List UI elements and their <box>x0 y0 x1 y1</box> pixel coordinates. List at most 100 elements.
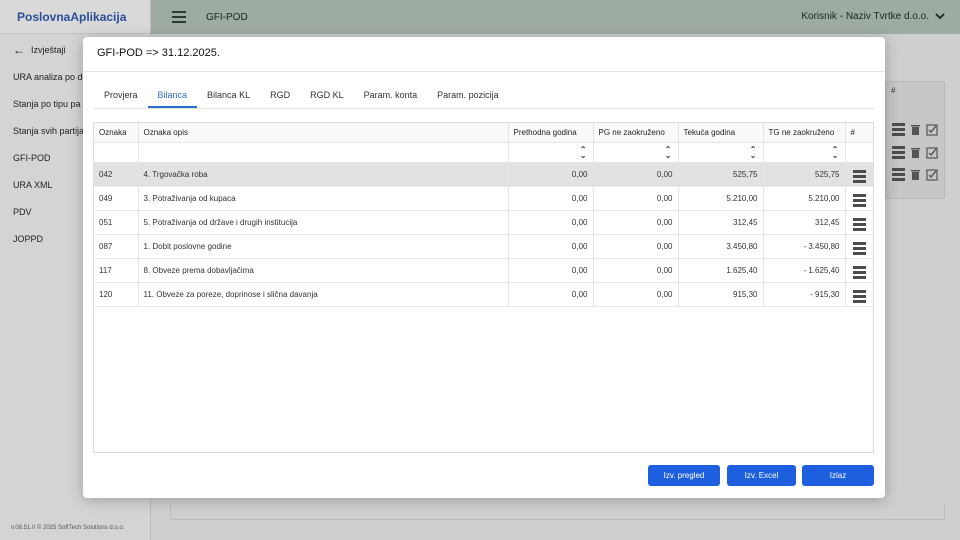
chevron-down-icon <box>935 13 945 20</box>
cell-oznaka: 051 <box>94 210 139 235</box>
cell-tg: 525,75 <box>763 162 846 187</box>
list-icon[interactable] <box>852 289 866 303</box>
cell-opis: 3. Potraživanja od kupaca <box>138 186 509 211</box>
trash-icon[interactable] <box>910 147 921 159</box>
background-row-actions <box>892 146 938 159</box>
tab-param-pozicija[interactable]: Param. pozicija <box>427 85 509 108</box>
column-header-oznaka[interactable]: Oznaka <box>94 123 139 143</box>
list-icon[interactable] <box>852 217 866 231</box>
export-excel-button[interactable]: Izv. Excel <box>727 465 796 486</box>
sort-icon[interactable]: ⌃ ⌄ <box>580 146 587 160</box>
cell-tekuca: 5.210,00 <box>678 186 764 211</box>
checkbox-icon[interactable] <box>926 123 938 136</box>
gfi-pod-modal: GFI-POD => 31.12.2025. Provjera Bilanca … <box>83 37 885 498</box>
cell-pg: 0,00 <box>593 234 679 259</box>
filter-cell: ⌃ ⌄ <box>593 142 679 163</box>
column-header-tg-ne-zaokruzeno[interactable]: TG ne zaokruženo <box>763 123 846 143</box>
arrow-left-icon: ← <box>13 42 25 57</box>
cell-tekuca: 915,30 <box>678 282 764 307</box>
column-header-oznaka-opis[interactable]: Oznaka opis <box>138 123 509 143</box>
table-row[interactable]: 049 3. Potraživanja od kupaca 0,00 0,00 … <box>94 186 873 211</box>
cell-prethodna: 0,00 <box>508 186 594 211</box>
column-header-tekuca-godina[interactable]: Tekuća godina <box>678 123 764 143</box>
row-action <box>845 210 873 235</box>
cell-prethodna: 0,00 <box>508 210 594 235</box>
cell-opis: 5. Potraživanja od države i drugih insti… <box>138 210 509 235</box>
list-icon[interactable] <box>892 123 905 136</box>
background-row-actions <box>892 123 938 136</box>
tab-provjera[interactable]: Provjera <box>94 85 148 108</box>
list-icon[interactable] <box>852 193 866 207</box>
topbar: GFI-POD Korisnik - Naziv Tvrtke d.o.o. <box>151 0 960 34</box>
cell-oznaka: 087 <box>94 234 139 259</box>
filter-cell: ⌃ ⌄ <box>763 142 846 163</box>
cell-pg: 0,00 <box>593 258 679 283</box>
filter-cell <box>138 142 509 163</box>
brand-logo[interactable]: PoslovnaAplikacija <box>0 0 150 34</box>
cell-opis: 8. Obveze prema dobavljačima <box>138 258 509 283</box>
sort-icon[interactable]: ⌃ ⌄ <box>832 146 839 160</box>
back-label: Izvještaji <box>31 45 66 55</box>
filter-cell: ⌃ ⌄ <box>508 142 594 163</box>
bilanca-table: Oznaka Oznaka opis Prethodna godina PG n… <box>93 122 874 453</box>
list-icon[interactable] <box>852 169 866 183</box>
cell-tg: 5.210,00 <box>763 186 846 211</box>
user-menu[interactable]: Korisnik - Naziv Tvrtke d.o.o. <box>801 11 945 22</box>
cell-prethodna: 0,00 <box>508 234 594 259</box>
table-row[interactable]: 120 11. Obveze za poreze, doprinose i sl… <box>94 282 873 307</box>
cell-pg: 0,00 <box>593 162 679 187</box>
tab-param-konta[interactable]: Param. konta <box>354 85 428 108</box>
column-header-pg-ne-zaokruzeno[interactable]: PG ne zaokruženo <box>593 123 679 143</box>
cell-tg: - 1.625,40 <box>763 258 846 283</box>
list-icon[interactable] <box>892 168 905 181</box>
version-footer: v.08.51.0 © 2025 SoftTech Solutions d.o.… <box>11 525 125 531</box>
sort-icon[interactable]: ⌃ ⌄ <box>750 146 757 160</box>
cell-tg: - 3.450,80 <box>763 234 846 259</box>
filter-cell <box>845 142 873 163</box>
export-preview-button[interactable]: Izv. pregled <box>648 465 720 486</box>
tab-bilanca[interactable]: Bilanca <box>147 85 198 108</box>
cell-oznaka: 120 <box>94 282 139 307</box>
tab-rgd[interactable]: RGD <box>260 85 300 108</box>
row-action <box>845 258 873 283</box>
page-title: GFI-POD <box>206 11 248 23</box>
cell-tekuca: 312,45 <box>678 210 764 235</box>
exit-button[interactable]: Izlaz <box>802 465 874 486</box>
cell-tg: 312,45 <box>763 210 846 235</box>
cell-opis: 4. Trgovačka roba <box>138 162 509 187</box>
cell-tg: - 915,30 <box>763 282 846 307</box>
cell-oznaka: 049 <box>94 186 139 211</box>
trash-icon[interactable] <box>910 124 921 136</box>
cell-opis: 1. Dobit poslovne godine <box>138 234 509 259</box>
table-row[interactable]: 051 5. Potraživanja od države i drugih i… <box>94 210 873 235</box>
list-icon[interactable] <box>852 241 866 255</box>
cell-opis: 11. Obveze za poreze, doprinose i slična… <box>138 282 509 307</box>
background-grid-hash: # <box>891 86 896 95</box>
cell-prethodna: 0,00 <box>508 258 594 283</box>
checkbox-icon[interactable] <box>926 168 938 181</box>
cell-prethodna: 0,00 <box>508 162 594 187</box>
checkbox-icon[interactable] <box>926 146 938 159</box>
cell-oznaka: 117 <box>94 258 139 283</box>
column-header-prethodna-godina[interactable]: Prethodna godina <box>508 123 594 143</box>
tab-bar: Provjera Bilanca Bilanca KL RGD RGD KL P… <box>94 85 874 109</box>
table-row[interactable]: 117 8. Obveze prema dobavljačima 0,00 0,… <box>94 258 873 283</box>
cell-oznaka: 042 <box>94 162 139 187</box>
cell-tekuca: 525,75 <box>678 162 764 187</box>
trash-icon[interactable] <box>910 169 921 181</box>
row-action <box>845 282 873 307</box>
table-row[interactable]: 087 1. Dobit poslovne godine 0,00 0,00 3… <box>94 234 873 259</box>
table-row[interactable]: 042 4. Trgovačka roba 0,00 0,00 525,75 5… <box>94 162 873 187</box>
cell-prethodna: 0,00 <box>508 282 594 307</box>
row-action <box>845 162 873 187</box>
divider <box>83 71 885 72</box>
list-icon[interactable] <box>852 265 866 279</box>
cell-pg: 0,00 <box>593 186 679 211</box>
hamburger-icon[interactable] <box>172 11 186 23</box>
row-action <box>845 186 873 211</box>
tab-bilanca-kl[interactable]: Bilanca KL <box>197 85 260 108</box>
user-name: Korisnik - Naziv Tvrtke d.o.o. <box>801 11 929 22</box>
list-icon[interactable] <box>892 146 905 159</box>
sort-icon[interactable]: ⌃ ⌄ <box>665 146 672 160</box>
tab-rgd-kl[interactable]: RGD KL <box>300 85 354 108</box>
